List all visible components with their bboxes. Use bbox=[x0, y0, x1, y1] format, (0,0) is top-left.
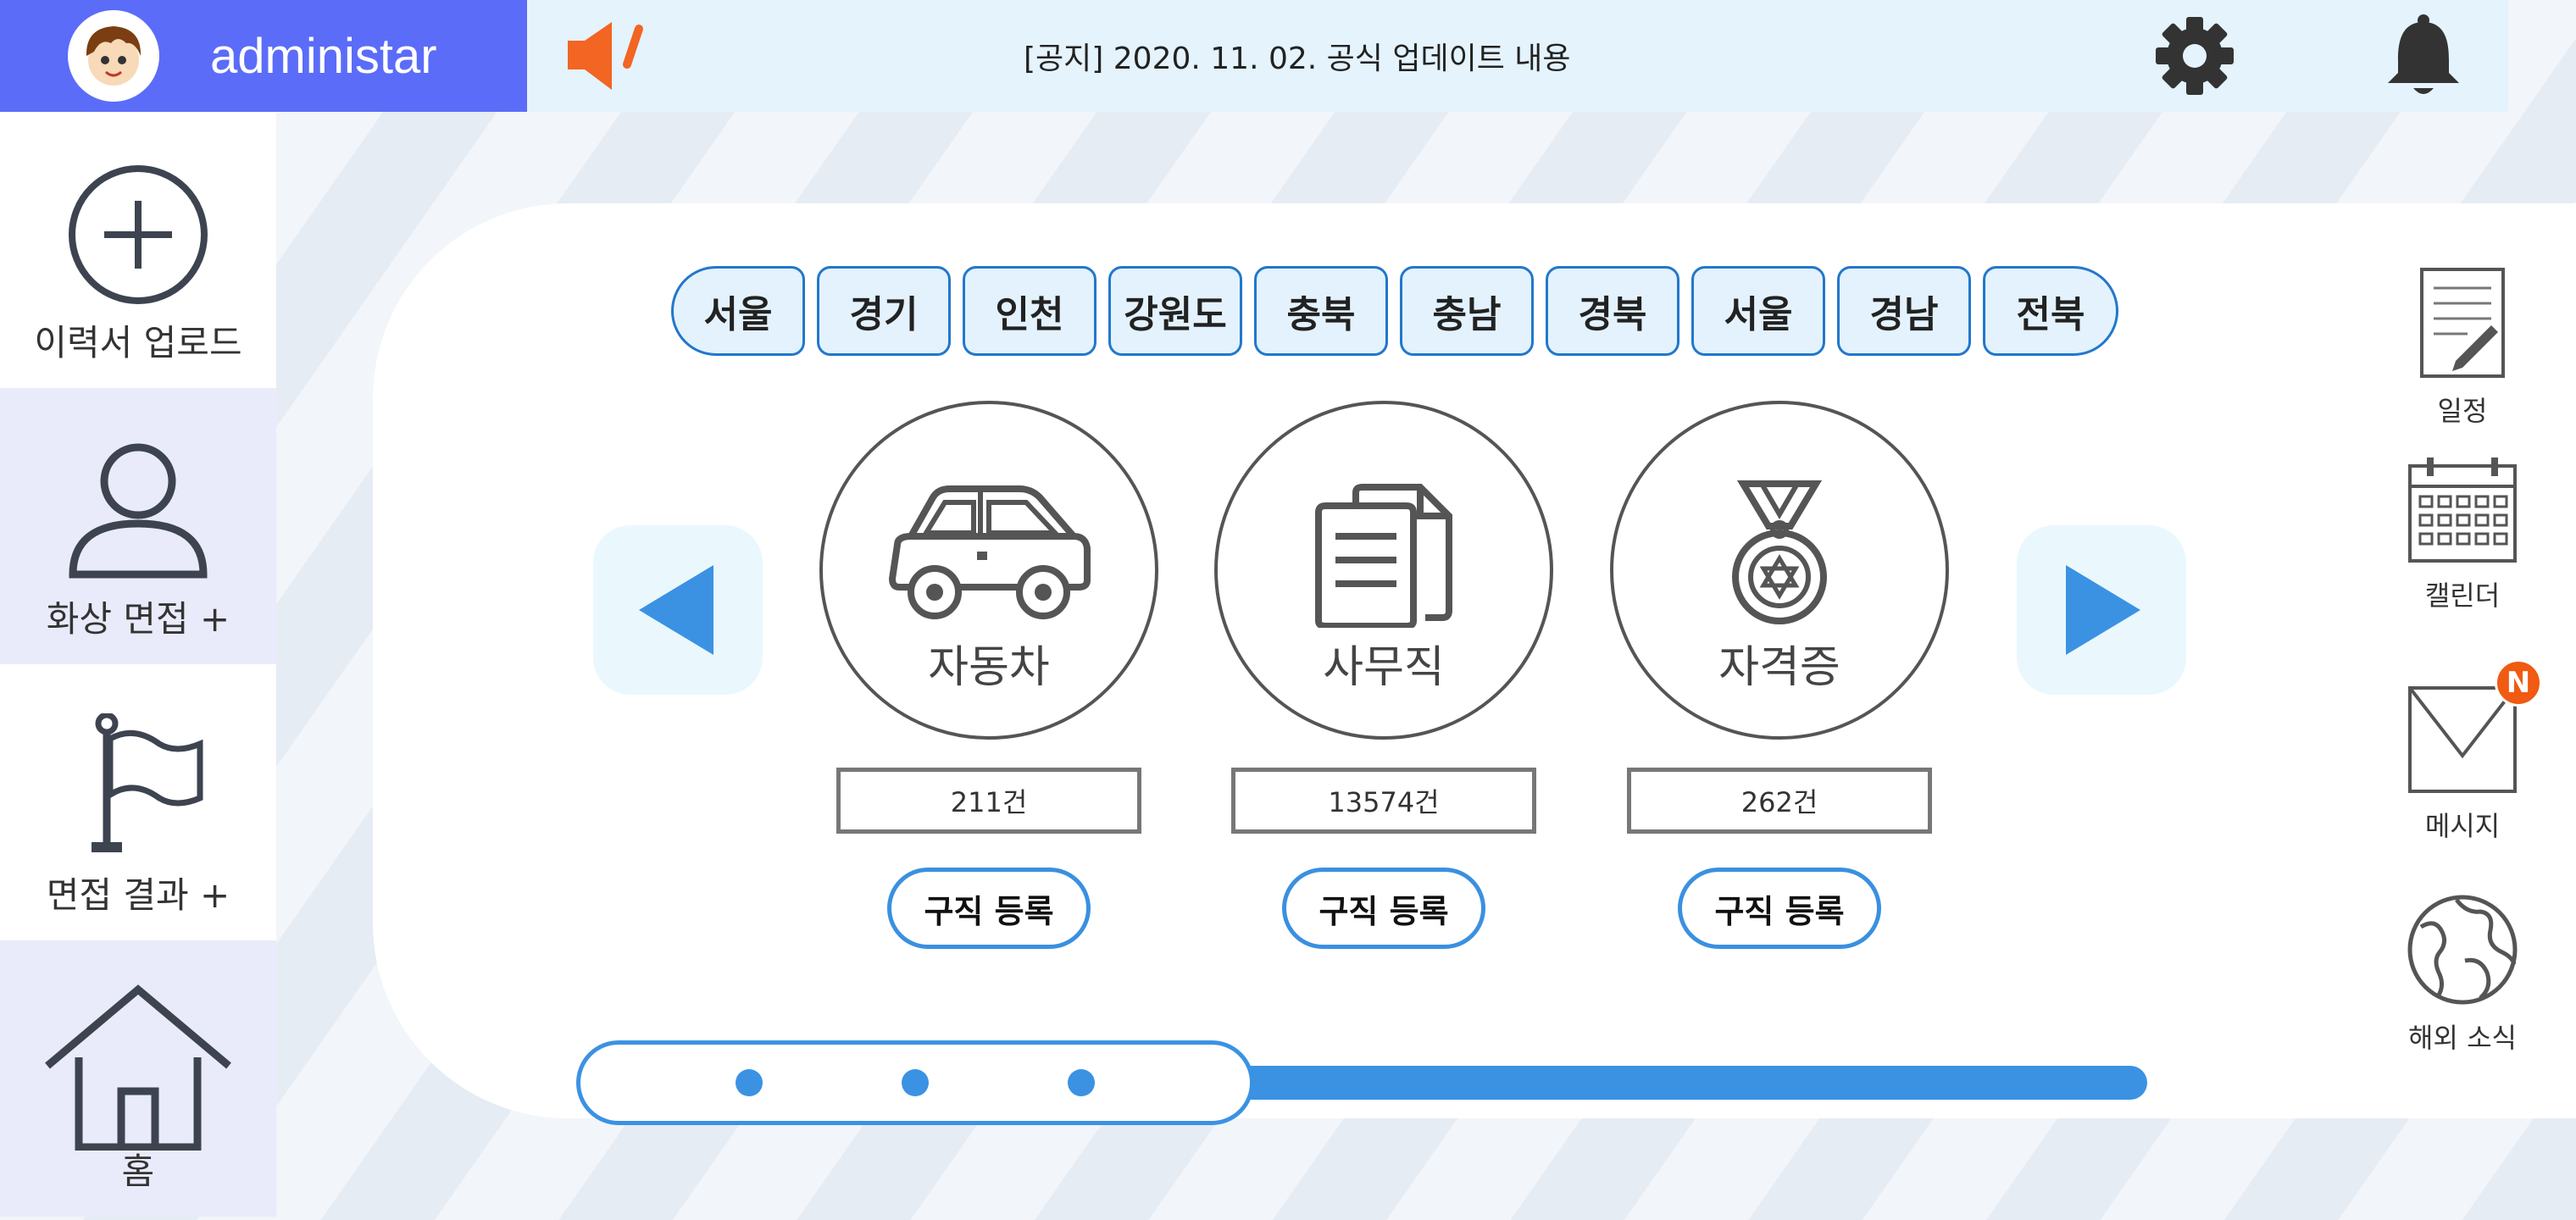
rail-item-message[interactable]: 메시지 bbox=[2378, 685, 2547, 844]
job-count: 13574건 bbox=[1231, 768, 1536, 834]
sidebar-item-home[interactable]: 홈 bbox=[0, 940, 276, 1217]
bell-icon[interactable] bbox=[2381, 12, 2466, 103]
user-avatar[interactable] bbox=[68, 10, 159, 102]
region-tab[interactable]: 경북 bbox=[1546, 266, 1679, 356]
region-tab[interactable]: 경기 bbox=[817, 266, 951, 356]
flag-icon bbox=[66, 712, 210, 861]
sidebar-item-video-interview[interactable]: 화상 면접 + bbox=[0, 388, 276, 664]
category-label: 자격증 bbox=[1718, 642, 1840, 693]
page-dot[interactable] bbox=[1068, 1069, 1095, 1096]
notice-bar[interactable]: [공지] 2020. 11. 02. 공식 업데이트 내용 bbox=[527, 0, 2508, 112]
car-icon bbox=[886, 485, 1092, 633]
region-tab[interactable]: 충북 bbox=[1254, 266, 1388, 356]
schedule-note-icon bbox=[2420, 268, 2505, 378]
region-tab[interactable]: 충남 bbox=[1400, 266, 1534, 356]
region-tab[interactable]: 경남 bbox=[1837, 266, 1971, 356]
category-label: 자동차 bbox=[928, 642, 1050, 693]
notice-text[interactable]: [공지] 2020. 11. 02. 공식 업데이트 내용 bbox=[1024, 34, 1571, 78]
category-card-car[interactable]: 자동차 bbox=[819, 401, 1158, 740]
sidebar-item-label: 이력서 업로드 bbox=[34, 322, 242, 363]
triangle-left-icon bbox=[639, 565, 713, 655]
rail-label: 메시지 bbox=[2424, 810, 2501, 842]
region-tab[interactable]: 강원도 bbox=[1108, 266, 1242, 356]
speaker-icon bbox=[561, 15, 654, 100]
rail-label: 해외 소식 bbox=[2408, 1022, 2517, 1054]
globe-icon bbox=[2407, 895, 2518, 1005]
sidebar-item-label: 면접 결과 + bbox=[46, 874, 230, 916]
page-dot[interactable] bbox=[736, 1069, 763, 1096]
user-profile[interactable]: administar bbox=[0, 0, 527, 112]
region-tab[interactable]: 인천 bbox=[963, 266, 1096, 356]
job-count: 211건 bbox=[836, 768, 1141, 834]
region-tabs: 서울 경기 인천 강원도 충북 충남 경북 서울 경남 전북 bbox=[671, 266, 2118, 356]
sidebar-item-label: 화상 면접 + bbox=[46, 598, 230, 640]
register-job-button[interactable]: 구직 등록 bbox=[887, 868, 1091, 949]
sidebar-item-label: 홈 bbox=[121, 1151, 155, 1192]
home-icon bbox=[41, 981, 236, 1154]
plus-circle-icon bbox=[66, 163, 210, 310]
register-job-button[interactable]: 구직 등록 bbox=[1678, 868, 1881, 949]
gear-icon[interactable] bbox=[2154, 15, 2235, 100]
page-dot[interactable] bbox=[902, 1069, 929, 1096]
avatar-face-icon bbox=[86, 26, 142, 86]
rail-label: 캘린더 bbox=[2424, 580, 2501, 612]
sidebar-item-interview-result[interactable]: 면접 결과 + bbox=[0, 664, 276, 940]
region-tab[interactable]: 전북 bbox=[1983, 266, 2118, 356]
region-tab[interactable]: 서울 bbox=[671, 266, 805, 356]
sidebar-item-resume-upload[interactable]: 이력서 업로드 bbox=[0, 112, 276, 388]
carousel-track[interactable] bbox=[1203, 1066, 2147, 1100]
category-card-office[interactable]: 사무직 bbox=[1214, 401, 1553, 740]
triangle-right-icon bbox=[2066, 565, 2140, 655]
job-count: 262건 bbox=[1627, 768, 1932, 834]
prev-arrow-button[interactable] bbox=[593, 525, 763, 695]
username: administar bbox=[210, 28, 437, 84]
rail-item-overseas-news[interactable]: 해외 소식 bbox=[2378, 893, 2547, 1056]
rail-item-schedule[interactable]: 일정 bbox=[2378, 266, 2547, 429]
region-tab[interactable]: 서울 bbox=[1691, 266, 1825, 356]
medal-icon bbox=[1724, 480, 1835, 628]
documents-icon bbox=[1312, 484, 1456, 631]
new-message-badge: N bbox=[2495, 659, 2542, 707]
envelope-icon bbox=[2408, 686, 2517, 793]
next-arrow-button[interactable] bbox=[2017, 525, 2186, 695]
rail-label: 일정 bbox=[2437, 395, 2488, 427]
sidebar: 이력서 업로드 화상 면접 + 면접 결과 + 홈 bbox=[0, 112, 276, 1220]
category-label: 사무직 bbox=[1323, 642, 1445, 693]
person-icon bbox=[66, 439, 210, 586]
category-card-certificate[interactable]: 자격증 bbox=[1610, 401, 1949, 740]
rail-item-calendar[interactable]: 캘린더 bbox=[2378, 454, 2547, 613]
register-job-button[interactable]: 구직 등록 bbox=[1282, 868, 1485, 949]
calendar-icon bbox=[2408, 458, 2517, 563]
